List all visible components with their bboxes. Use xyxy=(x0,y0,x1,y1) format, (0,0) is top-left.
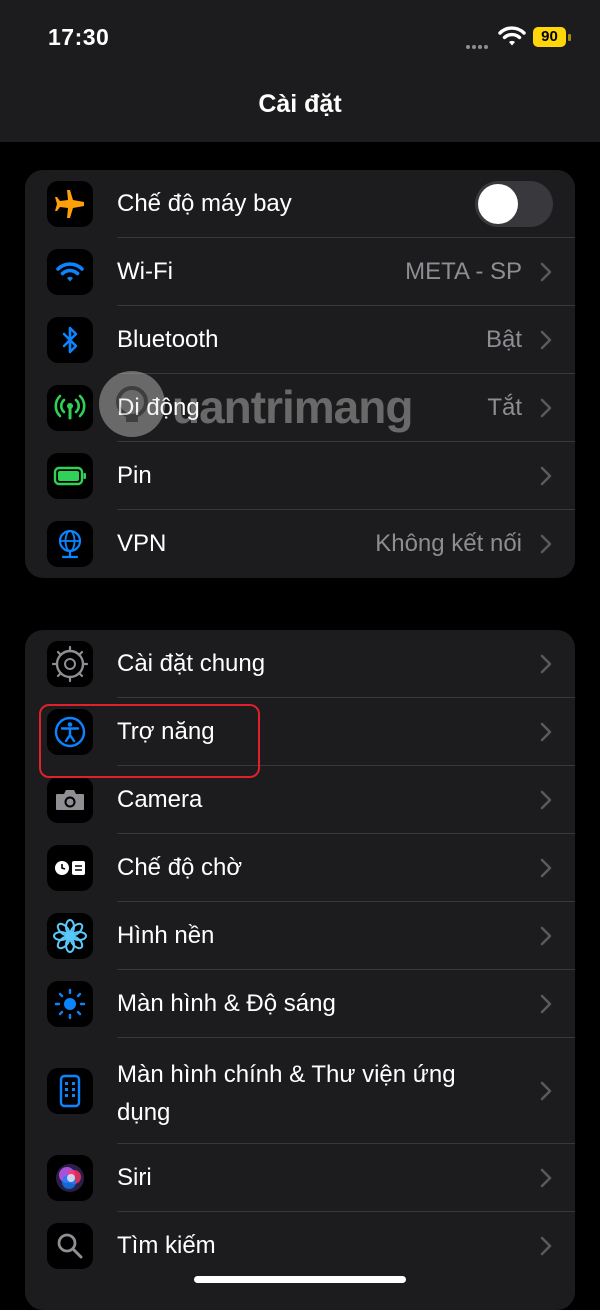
row-vpn[interactable]: VPN Không kết nối xyxy=(25,510,575,578)
chevron-right-icon xyxy=(540,790,552,810)
row-wallpaper[interactable]: Hình nền xyxy=(25,902,575,970)
row-general[interactable]: Cài đặt chung xyxy=(25,630,575,698)
chevron-right-icon xyxy=(540,722,552,742)
chevron-right-icon xyxy=(540,926,552,946)
bulb-logo-icon xyxy=(99,371,165,437)
battery-status: 90 xyxy=(533,27,573,49)
row-label: Chế độ máy bay xyxy=(117,190,292,217)
row-standby[interactable]: Chế độ chờ xyxy=(25,834,575,902)
chevron-right-icon xyxy=(540,466,552,486)
airplane-mode-toggle[interactable] xyxy=(475,181,553,227)
chevron-right-icon xyxy=(540,330,552,350)
chevron-right-icon xyxy=(540,398,552,418)
cellular-dots-icon xyxy=(466,36,492,49)
chevron-right-icon xyxy=(540,262,552,282)
home-indicator[interactable] xyxy=(194,1276,406,1283)
chevron-right-icon xyxy=(540,1081,552,1101)
standby-icon xyxy=(47,845,93,891)
phone-grid-icon xyxy=(47,1068,93,1114)
airplane-icon xyxy=(47,181,93,227)
row-siri[interactable]: Siri xyxy=(25,1144,575,1212)
flower-icon xyxy=(47,913,93,959)
row-label: Camera xyxy=(117,786,203,813)
row-label: Wi-Fi xyxy=(117,258,173,285)
row-home-screen-app-library[interactable]: Màn hình chính & Thư viện ứng dụng xyxy=(25,1038,575,1144)
watermark: uantrimang xyxy=(92,362,442,448)
row-wifi[interactable]: Wi-Fi META - SP xyxy=(25,238,575,306)
row-value: Bật xyxy=(485,326,522,353)
battery-level: 90 xyxy=(533,27,566,47)
row-value: Tắt xyxy=(487,394,522,421)
row-display-brightness[interactable]: Màn hình & Độ sáng xyxy=(25,970,575,1038)
row-label: Hình nền xyxy=(117,922,215,949)
row-label: Siri xyxy=(117,1164,152,1191)
row-battery[interactable]: Pin xyxy=(25,442,575,510)
search-icon xyxy=(47,1223,93,1269)
status-time: 17:30 xyxy=(48,24,110,50)
row-label: Màn hình chính & Thư viện ứng dụng xyxy=(117,1061,456,1126)
chevron-right-icon xyxy=(540,1236,552,1256)
gear-icon xyxy=(47,641,93,687)
watermark-text: uantrimang xyxy=(172,381,413,433)
row-search[interactable]: Tìm kiếm xyxy=(25,1212,575,1280)
row-value: Không kết nối xyxy=(375,530,522,557)
wifi-status-icon xyxy=(498,25,526,47)
row-airplane-mode[interactable]: Chế độ máy bay xyxy=(25,170,575,238)
globe-icon xyxy=(47,521,93,567)
chevron-right-icon xyxy=(540,858,552,878)
siri-icon xyxy=(47,1155,93,1201)
wifi-icon xyxy=(47,249,93,295)
row-label: VPN xyxy=(117,530,167,557)
row-label: Bluetooth xyxy=(117,326,219,353)
chevron-right-icon xyxy=(540,994,552,1014)
top-bar: 17:30 90 Cài đặt xyxy=(0,0,600,142)
chevron-right-icon xyxy=(540,1168,552,1188)
chevron-right-icon xyxy=(540,654,552,674)
row-label: Tìm kiếm xyxy=(117,1232,216,1259)
camera-icon xyxy=(47,777,93,823)
highlight-box xyxy=(39,704,260,778)
bluetooth-icon xyxy=(47,317,93,363)
row-label: Chế độ chờ xyxy=(117,854,243,881)
row-label: Cài đặt chung xyxy=(117,650,266,677)
battery-icon xyxy=(47,453,93,499)
row-value: META - SP xyxy=(405,258,522,285)
page-title: Cài đặt xyxy=(258,90,342,118)
row-label: Màn hình & Độ sáng xyxy=(117,990,336,1017)
chevron-right-icon xyxy=(540,534,552,554)
row-label: Pin xyxy=(117,462,152,489)
sun-icon xyxy=(47,981,93,1027)
cellular-icon xyxy=(47,385,93,431)
